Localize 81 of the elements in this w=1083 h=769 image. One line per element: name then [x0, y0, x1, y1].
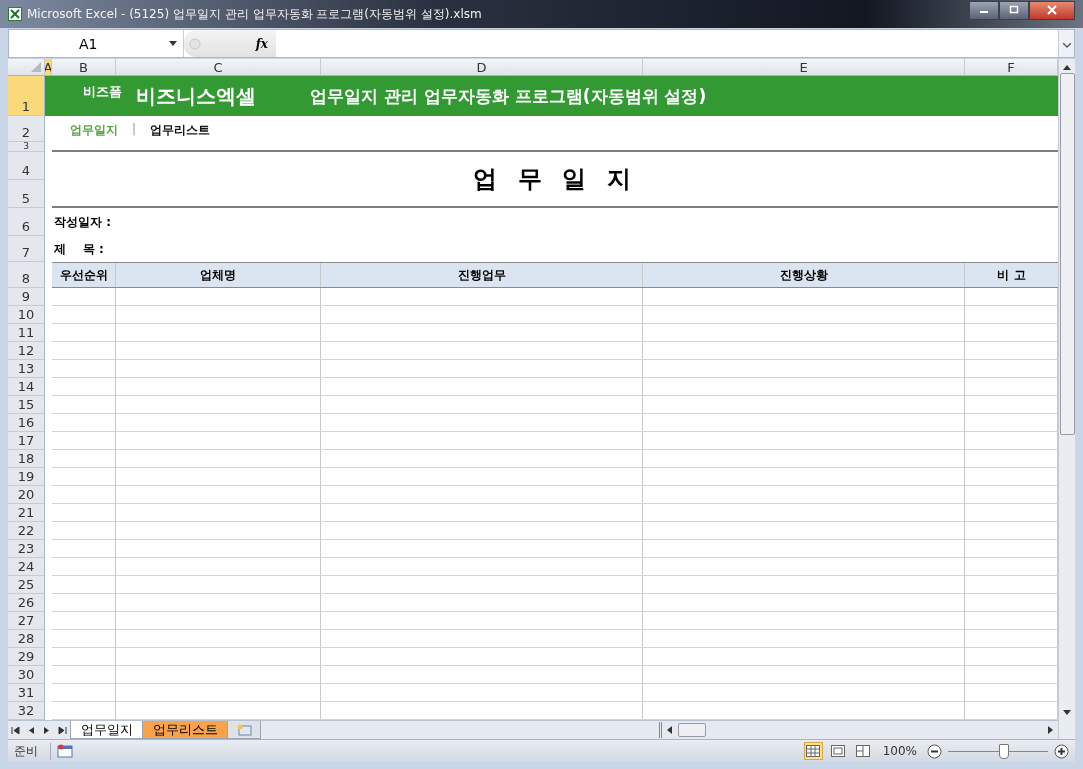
- zoom-level-text[interactable]: 100%: [882, 744, 917, 758]
- brand-name: 비즈니스엑셀: [136, 82, 256, 110]
- row-header[interactable]: 14: [8, 378, 45, 396]
- table-header-cell: 우선순위: [52, 263, 116, 287]
- row-header[interactable]: 29: [8, 648, 45, 666]
- column-header[interactable]: C: [116, 59, 321, 75]
- close-button[interactable]: [1029, 0, 1075, 20]
- previous-sheet-icon[interactable]: [26, 725, 36, 735]
- status-text: 준비: [14, 742, 51, 760]
- document-title: 업 무 일 지: [473, 164, 637, 195]
- row-header[interactable]: 18: [8, 450, 45, 468]
- window-title: Microsoft Excel - (5125) 업무일지 관리 업무자동화 프로그램(자동범위 설정).xlsm: [27, 5, 482, 23]
- row-header[interactable]: 15: [8, 396, 45, 414]
- row-header[interactable]: 3: [8, 142, 45, 152]
- column-header[interactable]: B: [52, 59, 116, 75]
- row-header[interactable]: 6: [8, 208, 45, 236]
- column-header[interactable]: D: [321, 59, 643, 75]
- row-header[interactable]: 2: [8, 116, 45, 142]
- sheet-tab[interactable]: 업무일지: [70, 721, 144, 739]
- zoom-out-icon[interactable]: [927, 743, 942, 759]
- row-header[interactable]: 23: [8, 540, 45, 558]
- row-header[interactable]: 10: [8, 306, 45, 324]
- sheet-tab[interactable]: 업무리스트: [142, 721, 229, 739]
- first-sheet-icon[interactable]: [11, 725, 21, 735]
- row-header[interactable]: 22: [8, 522, 45, 540]
- vertical-scrollbar[interactable]: [1058, 59, 1075, 739]
- nav-link[interactable]: 업무리스트: [150, 122, 211, 139]
- maximize-icon: [1008, 5, 1020, 15]
- row-header[interactable]: 30: [8, 666, 45, 684]
- last-sheet-icon[interactable]: [57, 725, 67, 735]
- next-sheet-icon[interactable]: [42, 725, 52, 735]
- banner-title: 업무일지 관리 업무자동화 프로그램(자동범위 설정): [310, 84, 707, 108]
- scrollbar-thumb[interactable]: [1059, 73, 1075, 435]
- row-header[interactable]: 32: [8, 702, 45, 720]
- close-icon: [1046, 5, 1058, 15]
- row-header[interactable]: 5: [8, 180, 45, 208]
- row-header[interactable]: 17: [8, 432, 45, 450]
- row-header[interactable]: 13: [8, 360, 45, 378]
- record-macro-icon[interactable]: [57, 744, 73, 758]
- row-header[interactable]: 8: [8, 262, 45, 288]
- row-header[interactable]: 12: [8, 342, 45, 360]
- field-label: 제 목 :: [54, 240, 104, 258]
- scrollbar-thumb[interactable]: [678, 723, 706, 737]
- table-header-cell: 업체명: [116, 263, 321, 287]
- row-header[interactable]: 31: [8, 684, 45, 702]
- row-header[interactable]: 16: [8, 414, 45, 432]
- nav-separator: |: [132, 122, 137, 136]
- minimize-button[interactable]: [969, 0, 999, 20]
- scroll-down-icon[interactable]: [1062, 709, 1072, 717]
- field-label: 작성일자 :: [54, 213, 111, 231]
- page-layout-view-button[interactable]: [828, 742, 848, 760]
- scroll-left-icon[interactable]: [666, 725, 674, 735]
- new-sheet-icon: [236, 723, 252, 736]
- row-header[interactable]: 27: [8, 612, 45, 630]
- row-header[interactable]: 7: [8, 236, 45, 262]
- row-header[interactable]: 21: [8, 504, 45, 522]
- row-header[interactable]: 20: [8, 486, 45, 504]
- row-header[interactable]: 9: [8, 288, 45, 306]
- row-header[interactable]: 19: [8, 468, 45, 486]
- row-header[interactable]: 24: [8, 558, 45, 576]
- zoom-slider-thumb[interactable]: [999, 744, 1009, 759]
- brand-label: 비즈폼: [83, 83, 122, 101]
- scroll-right-icon[interactable]: [1046, 725, 1054, 735]
- row-header[interactable]: 26: [8, 594, 45, 612]
- column-header[interactable]: E: [643, 59, 965, 75]
- row-header[interactable]: 4: [8, 152, 45, 180]
- table-header-cell: 진행상황: [643, 263, 965, 287]
- normal-view-button[interactable]: [803, 742, 823, 760]
- table-header-cell-text: 비 고: [996, 266, 1027, 284]
- row-header[interactable]: 1: [8, 76, 45, 116]
- zoom-in-icon[interactable]: [1054, 743, 1069, 759]
- page-break-view-button[interactable]: [853, 742, 873, 760]
- maximize-button[interactable]: [999, 0, 1029, 20]
- spreadsheet-app-icon: [8, 7, 22, 21]
- row-header[interactable]: 11: [8, 324, 45, 342]
- zoom-slider[interactable]: [948, 743, 1048, 759]
- table-header-cell: 진행업무: [321, 263, 643, 287]
- triangle-icon: [31, 62, 41, 72]
- row-header[interactable]: 28: [8, 630, 45, 648]
- row-header[interactable]: 25: [8, 576, 45, 594]
- scroll-up-icon[interactable]: [1062, 63, 1072, 71]
